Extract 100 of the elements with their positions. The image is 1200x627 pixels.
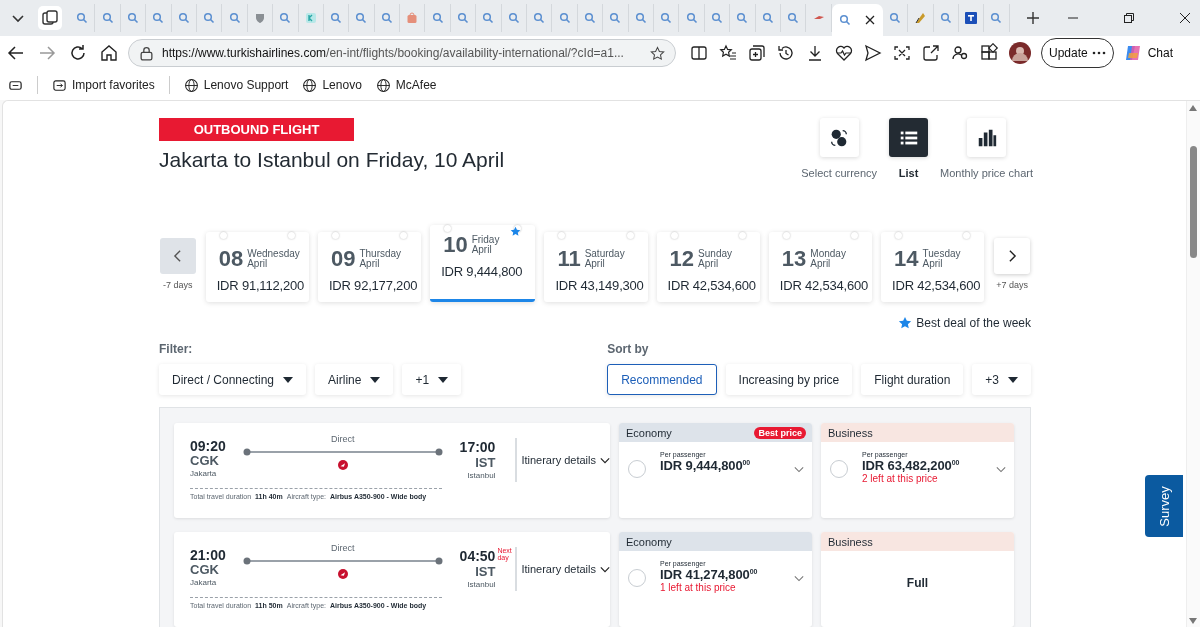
sort-label: Sort by [607,342,650,356]
fare-price: IDR 63,482,200$^{00}$ [862,458,961,473]
scrollbar[interactable] [1186,101,1200,627]
sort-option[interactable]: Recommended [607,364,717,395]
scroll-down-icon[interactable] [1189,618,1197,624]
profile-avatar[interactable] [1008,41,1032,65]
day-price: IDR 43,149,300 [555,278,645,293]
weekday-label: Tuesday [922,249,961,259]
heartbeat-icon[interactable] [834,43,854,63]
search-icon [710,12,723,24]
bookmark-link[interactable]: Lenovo [302,77,362,93]
previous-week-button[interactable] [159,238,196,274]
extensions-icon[interactable] [979,43,999,63]
sort-option[interactable]: Increasing by price [725,364,853,395]
month-label: April [247,259,268,269]
best-deal-legend: Best deal of the week [916,316,1031,330]
star-icon [898,316,913,330]
city-name: Istanbul [467,471,496,480]
caret-icon [283,376,294,383]
collections-icon[interactable] [747,43,767,63]
month-label: April [359,259,380,269]
month-label: April [584,259,605,269]
update-button[interactable]: Update [1041,38,1114,68]
filter-dropdown[interactable]: Airline [315,364,394,395]
scroll-up-icon[interactable] [1189,105,1197,111]
sort-option[interactable]: Flight duration [861,364,964,395]
day-number: 08 [218,246,244,272]
chevron-down-icon[interactable] [794,575,804,582]
ticket-notch [400,232,408,239]
chat-button[interactable]: Chat [1122,43,1174,63]
search-icon [152,12,165,24]
address-bar[interactable]: https://www.turkishairlines.com/en-int/flights/booking/availability-international/?cId=a1... [128,39,676,67]
history-icon[interactable] [776,43,796,63]
globe-icon [375,77,391,93]
day-number: 14 [894,246,919,272]
ticket-notch [444,225,452,232]
restore-icon[interactable] [1124,13,1134,23]
previous-days-label: -7 days [163,280,193,290]
refresh-icon[interactable] [68,43,88,63]
sort-option[interactable]: +3 [972,364,1031,395]
search-icon [584,12,596,24]
split-screen-icon[interactable] [689,43,709,63]
day-number: 10 [443,232,468,258]
search-icon [457,12,470,24]
feather-icon [914,12,927,24]
ticket-notch [331,232,339,239]
view-option[interactable]: Monthly price chart [940,118,1033,179]
cabin-label: Economy [626,426,672,439]
workspaces-icon[interactable] [38,6,62,30]
url-text: https://www.turkishairlines.com/en-int/flights/booking/availability-international/?cId=a1... [162,46,625,60]
ticket-notch [895,232,903,239]
filter-dropdown[interactable]: Direct / Connecting [159,364,307,395]
itinerary-details-toggle[interactable]: Itinerary details [515,438,610,482]
view-option[interactable]: Select currency [801,118,878,179]
best-price-badge: Best price [754,426,806,439]
scroll-thumb[interactable] [1190,146,1197,258]
bookmark-link[interactable]: Import favorites [52,77,155,93]
close-icon[interactable] [865,15,876,25]
month-label: April [471,245,492,255]
close-icon[interactable] [1180,13,1190,23]
home-icon[interactable] [99,43,119,63]
departure-time: 21:00 [190,547,227,563]
fare-card[interactable]: Business Full [821,532,1014,627]
app-tile-icon [965,12,978,24]
next-week-button[interactable] [994,238,1031,274]
share-icon[interactable] [921,43,941,63]
airport-code: CGK [190,563,220,576]
search-icon [685,12,698,24]
favorite-star-icon[interactable] [650,45,665,61]
search-icon [330,12,343,24]
fare-price: IDR 41,274,800$^{00}$ [660,567,759,582]
new-tab-icon[interactable] [1025,11,1040,25]
caret-icon [438,376,449,383]
filter-label: Filter: [159,342,194,356]
outbound-flight-banner: OUTBOUND FLIGHT [159,118,354,141]
chevron-down-icon [600,456,610,464]
favorites-icon[interactable] [718,43,738,63]
airport-code: IST [475,456,496,469]
send-icon[interactable] [863,43,883,63]
cabin-label: Business [828,426,873,439]
view-option[interactable]: List [889,118,929,179]
search-icon [533,12,546,24]
seats-left-note: 2 left at this price [862,473,939,484]
ticket-notch [782,232,790,239]
chevron-down-icon[interactable] [996,466,1006,473]
stops-label: Direct [330,543,355,553]
screenshot-icon[interactable] [892,43,912,63]
filter-dropdown[interactable]: +1 [402,364,462,395]
ticket-notch [963,232,971,239]
bookmark-link[interactable]: Lenovo Support [183,77,289,93]
chevron-down-icon[interactable] [794,466,804,473]
itinerary-details-toggle[interactable]: Itinerary details [515,547,610,591]
day-price: IDR 92,177,200 [328,278,419,293]
search-icon [355,12,368,24]
bookmark-link[interactable]: McAfee [375,77,437,93]
search-icon [839,14,852,26]
survey-tab[interactable]: Survey [1145,475,1183,537]
search-icon [939,12,952,24]
ticket-notch [287,232,295,239]
weekday-label: Friday [471,235,500,245]
